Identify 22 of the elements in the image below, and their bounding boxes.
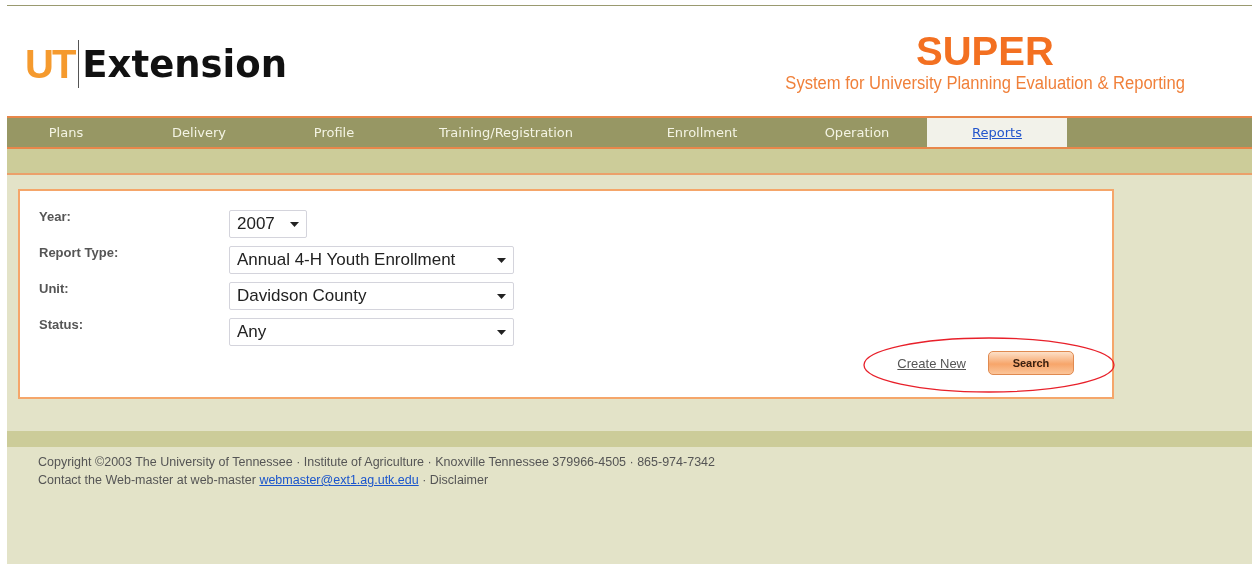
caret-icon bbox=[497, 257, 506, 263]
dropdown-field[interactable]: Davidson County bbox=[229, 282, 514, 310]
caret-icon bbox=[497, 329, 506, 335]
field-label: Year: bbox=[39, 209, 72, 224]
app-subtitle: System for University Planning Evaluation & Reporting bbox=[785, 72, 1185, 94]
dropdown-field[interactable]: Annual 4-H Youth Enrollment bbox=[229, 246, 514, 274]
copyright-text: Copyright ©2003 The University of Tennessee · Institute of Agriculture · Knoxville Tennessee 379966-4505 · 865-974-7342 bbox=[38, 454, 716, 471]
caret-icon bbox=[290, 221, 299, 227]
nav-tab[interactable]: Reports bbox=[927, 118, 1067, 147]
logo-mark: UT bbox=[25, 40, 80, 88]
email-link[interactable]: webmaster@ext1.ag.utk.edu bbox=[259, 473, 419, 487]
field-label: Status: bbox=[39, 317, 85, 332]
contact-text: Contact the Web-master at web-master webmaster@ext1.ag.utk.edu · Disclaimer bbox=[38, 472, 490, 489]
dropdown-field[interactable]: Any bbox=[229, 318, 514, 346]
field-label: Report Type: bbox=[39, 245, 120, 260]
app-name: SUPER bbox=[916, 28, 1054, 73]
caret-icon bbox=[497, 293, 506, 299]
create-new-link[interactable]: Create New bbox=[897, 355, 966, 371]
search-button[interactable]: Search bbox=[988, 351, 1074, 375]
dropdown-field[interactable]: 2007 bbox=[229, 210, 307, 238]
logo-text: Extension bbox=[81, 42, 288, 86]
field-label: Unit: bbox=[39, 281, 70, 296]
